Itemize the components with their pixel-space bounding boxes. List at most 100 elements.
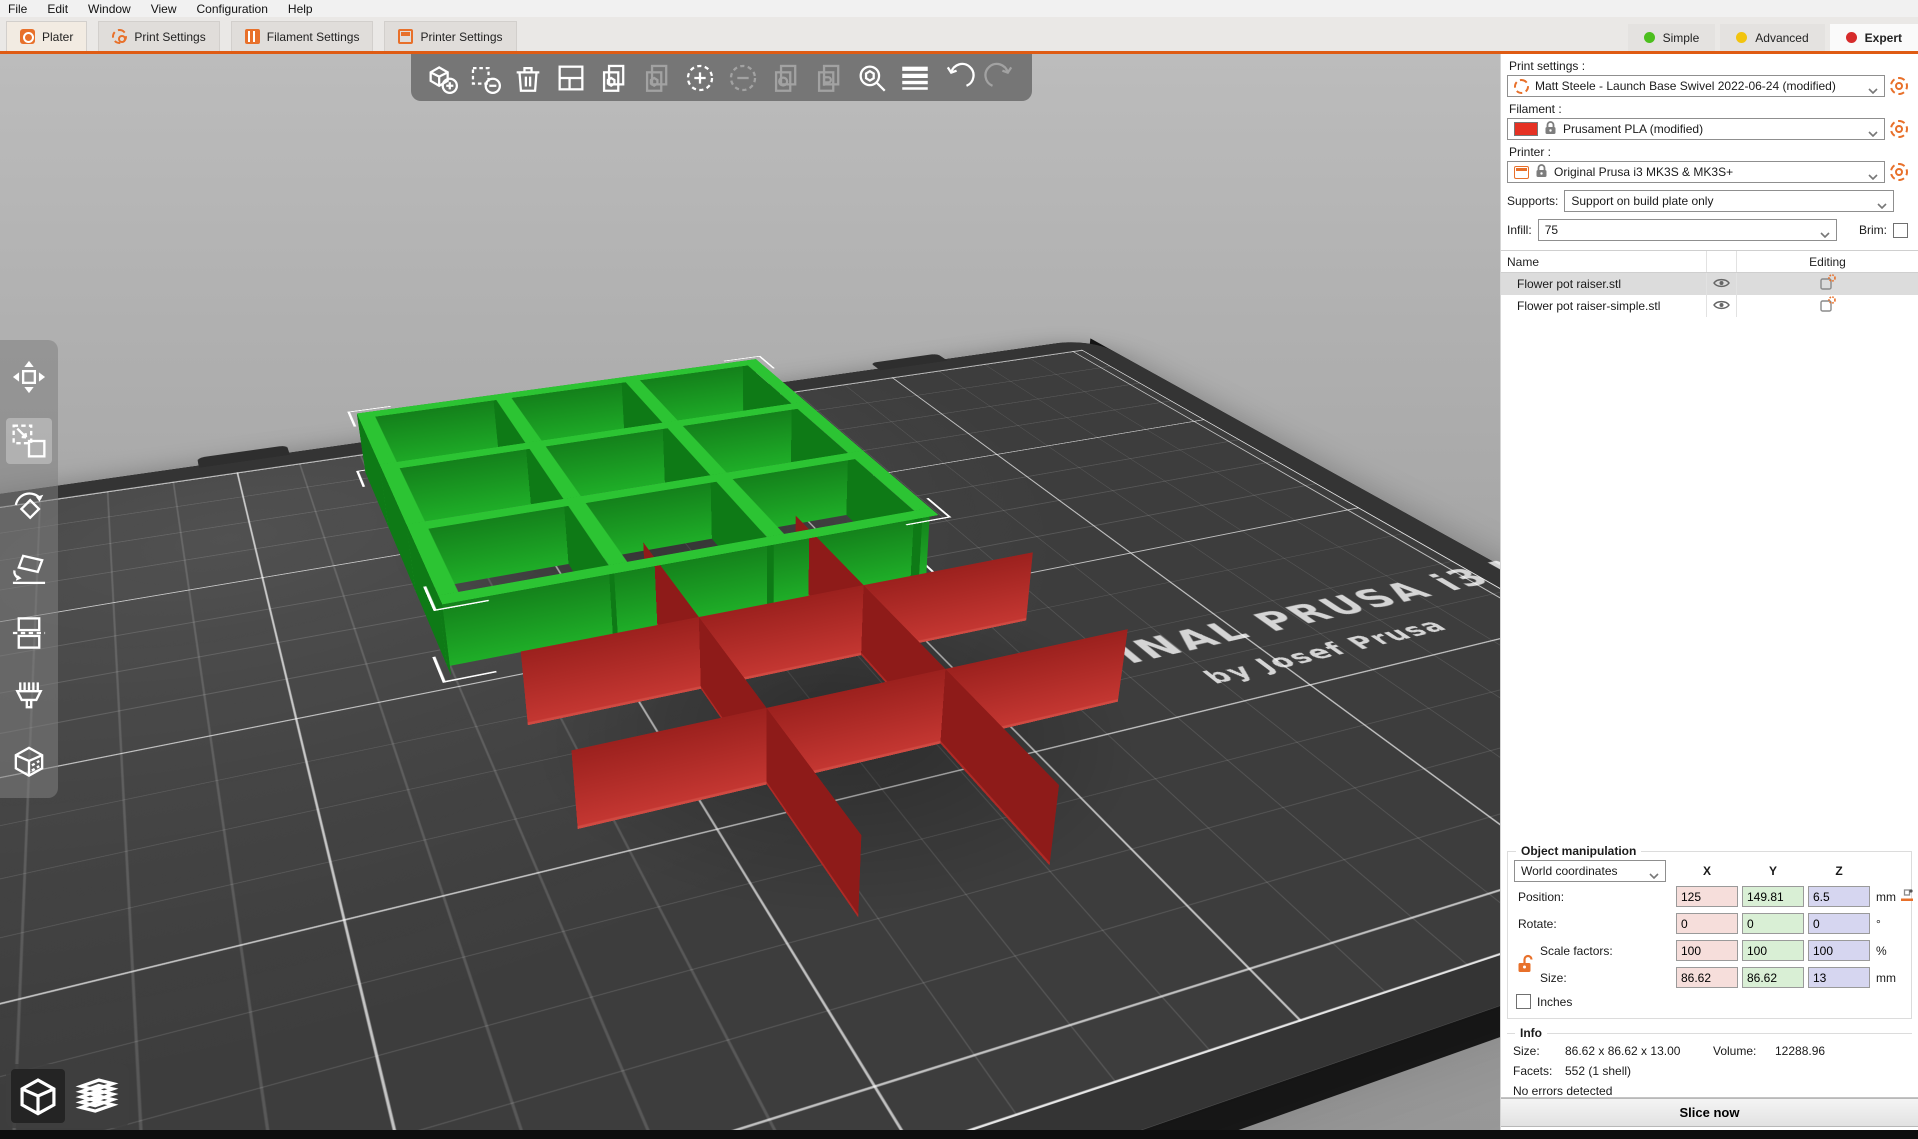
eye-icon[interactable] [1713, 277, 1730, 292]
chevron-down-icon [1868, 169, 1878, 175]
edit-object-icon[interactable] [1819, 274, 1836, 294]
menu-file[interactable]: File [8, 2, 27, 16]
rotate-icon[interactable] [6, 482, 52, 528]
printer-label: Printer : [1509, 145, 1908, 159]
tab-filament-settings[interactable]: Filament Settings [231, 21, 374, 51]
tab-filament-settings-label: Filament Settings [267, 30, 360, 44]
edit-print-settings-button[interactable] [1890, 77, 1908, 95]
menu-window[interactable]: Window [88, 2, 131, 16]
edit-object-icon[interactable] [1819, 296, 1836, 316]
tab-printer-settings[interactable]: Printer Settings [384, 21, 516, 51]
brim-checkbox[interactable] [1893, 223, 1908, 238]
eye-column-header [1706, 251, 1736, 272]
object-list-header: Name Editing [1501, 251, 1918, 273]
position-label: Position: [1514, 890, 1672, 904]
3d-editor-view-icon[interactable] [11, 1069, 65, 1123]
expert-dot-icon [1846, 32, 1857, 43]
variable-layer-height-icon[interactable] [896, 59, 934, 97]
size-z-field[interactable] [1808, 967, 1870, 988]
object-manipulation-group: Object manipulation World coordinates X … [1507, 851, 1912, 1019]
eye-icon[interactable] [1713, 299, 1730, 314]
copy-icon[interactable] [595, 59, 633, 97]
arrange-icon[interactable] [552, 59, 590, 97]
infill-combo[interactable]: 75 [1538, 219, 1837, 241]
filament-color-swatch [1514, 122, 1538, 136]
size-y-field[interactable] [1742, 967, 1804, 988]
edit-printer-button[interactable] [1890, 163, 1908, 181]
position-x-field[interactable] [1676, 886, 1738, 907]
place-on-face-icon[interactable] [6, 546, 52, 592]
filament-value: Prusament PLA (modified) [1563, 122, 1862, 136]
mode-switcher: Simple Advanced Expert [1623, 24, 1918, 51]
print-settings-combo[interactable]: Matt Steele - Launch Base Swivel 2022-06… [1507, 75, 1885, 97]
remove-object-icon[interactable] [466, 59, 504, 97]
rotate-z-field[interactable] [1808, 913, 1870, 934]
add-object-icon[interactable] [423, 59, 461, 97]
scale-x-field[interactable] [1676, 940, 1738, 961]
menu-help[interactable]: Help [288, 2, 313, 16]
info-title: Info [1515, 1026, 1547, 1040]
info-volume-value: 12288.96 [1775, 1044, 1906, 1058]
brim-label: Brim: [1859, 223, 1887, 237]
menu-configuration[interactable]: Configuration [197, 2, 268, 16]
print-bed: ORIGINAL PRUSA i3 MK3 by Josef Prusa [0, 338, 1500, 1136]
size-x-field[interactable] [1676, 967, 1738, 988]
scale-icon[interactable] [6, 418, 52, 464]
infill-value: 75 [1545, 223, 1814, 237]
simple-dot-icon [1644, 32, 1655, 43]
chevron-down-icon [1868, 83, 1878, 89]
coordinates-combo[interactable]: World coordinates [1514, 860, 1666, 882]
print-settings-value: Matt Steele - Launch Base Swivel 2022-06… [1535, 79, 1862, 93]
object-name[interactable]: Flower pot raiser-simple.stl [1501, 299, 1706, 313]
position-z-field[interactable] [1808, 886, 1870, 907]
chevron-down-icon [1649, 868, 1659, 874]
mode-advanced[interactable]: Advanced [1720, 24, 1824, 51]
scale-z-field[interactable] [1808, 940, 1870, 961]
editing-column-header: Editing [1736, 251, 1918, 272]
drop-to-bed-icon[interactable] [1900, 888, 1914, 905]
scale-unit: % [1874, 944, 1914, 958]
edit-cell [1736, 273, 1918, 295]
bed-clip [870, 354, 947, 371]
move-icon[interactable] [6, 354, 52, 400]
menu-view[interactable]: View [151, 2, 177, 16]
supports-combo[interactable]: Support on build plate only [1564, 190, 1894, 212]
print-settings-label: Print settings : [1509, 59, 1908, 73]
printer-combo[interactable]: Original Prusa i3 MK3S & MK3S+ [1507, 161, 1885, 183]
edit-filament-button[interactable] [1890, 120, 1908, 138]
add-instance-icon[interactable] [681, 59, 719, 97]
object-name[interactable]: Flower pot raiser.stl [1501, 277, 1706, 291]
position-unit: mm [1876, 890, 1896, 904]
sidebar-panel: Print settings : Matt Steele - Launch Ba… [1500, 54, 1918, 1136]
table-row[interactable]: Flower pot raiser.stl [1501, 273, 1918, 295]
position-y-field[interactable] [1742, 886, 1804, 907]
search-icon[interactable] [853, 59, 891, 97]
split-to-parts-icon [810, 59, 848, 97]
cut-icon[interactable] [6, 610, 52, 656]
tab-print-settings[interactable]: Print Settings [98, 21, 219, 51]
size-label: Size: [1514, 971, 1672, 985]
seam-icon[interactable] [6, 738, 52, 784]
tab-plater[interactable]: Plater [6, 21, 87, 51]
uniform-scale-lock-icon[interactable] [1517, 953, 1534, 978]
mode-expert-label: Expert [1865, 31, 1902, 45]
scale-factors-label: Scale factors: [1514, 944, 1672, 958]
status-text: No errors detected [1513, 1084, 1906, 1098]
scale-y-field[interactable] [1742, 940, 1804, 961]
inches-checkbox[interactable] [1516, 994, 1531, 1009]
delete-all-icon[interactable] [509, 59, 547, 97]
mode-simple[interactable]: Simple [1628, 24, 1716, 51]
3d-viewport[interactable]: ORIGINAL PRUSA i3 MK3 by Josef Prusa [0, 54, 1500, 1136]
rotate-y-field[interactable] [1742, 913, 1804, 934]
undo-icon[interactable] [939, 59, 977, 97]
slice-now-button[interactable]: Slice now [1501, 1098, 1918, 1127]
mode-expert[interactable]: Expert [1830, 24, 1918, 51]
table-row[interactable]: Flower pot raiser-simple.stl [1501, 295, 1918, 317]
chevron-down-icon [1868, 126, 1878, 132]
preview-layers-view-icon[interactable] [70, 1069, 124, 1123]
supports-label: Supports: [1507, 194, 1558, 208]
filament-combo[interactable]: Prusament PLA (modified) [1507, 118, 1885, 140]
paint-supports-icon[interactable] [6, 674, 52, 720]
rotate-x-field[interactable] [1676, 913, 1738, 934]
menu-edit[interactable]: Edit [47, 2, 68, 16]
